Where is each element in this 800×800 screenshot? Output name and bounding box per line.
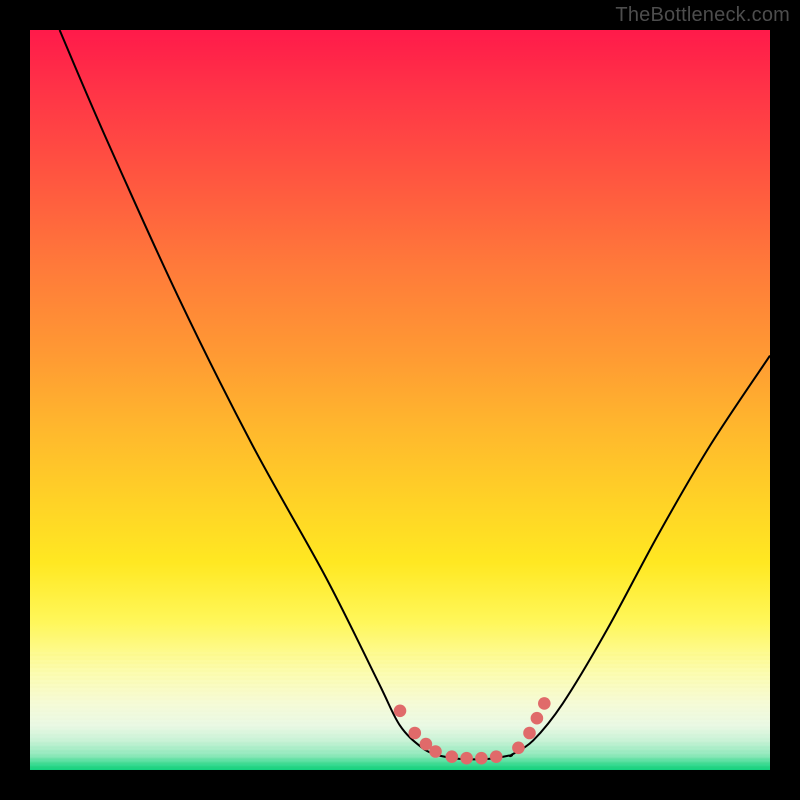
curve-marker [429, 745, 442, 758]
bottleneck-curve [30, 30, 770, 770]
curve-marker [490, 750, 503, 763]
curve-marker [512, 742, 525, 755]
curve-marker [460, 752, 473, 765]
curve-marker [446, 750, 459, 763]
curve-marker [531, 712, 544, 725]
curve-marker [538, 697, 551, 710]
curve-marker [409, 727, 422, 740]
watermark-text: TheBottleneck.com [615, 4, 790, 27]
curve-marker [523, 727, 536, 740]
curve-marker [475, 752, 488, 765]
curve-marker [394, 705, 407, 718]
plot-area [30, 30, 770, 770]
outer-frame: TheBottleneck.com [0, 0, 800, 800]
v-curve [60, 30, 770, 759]
